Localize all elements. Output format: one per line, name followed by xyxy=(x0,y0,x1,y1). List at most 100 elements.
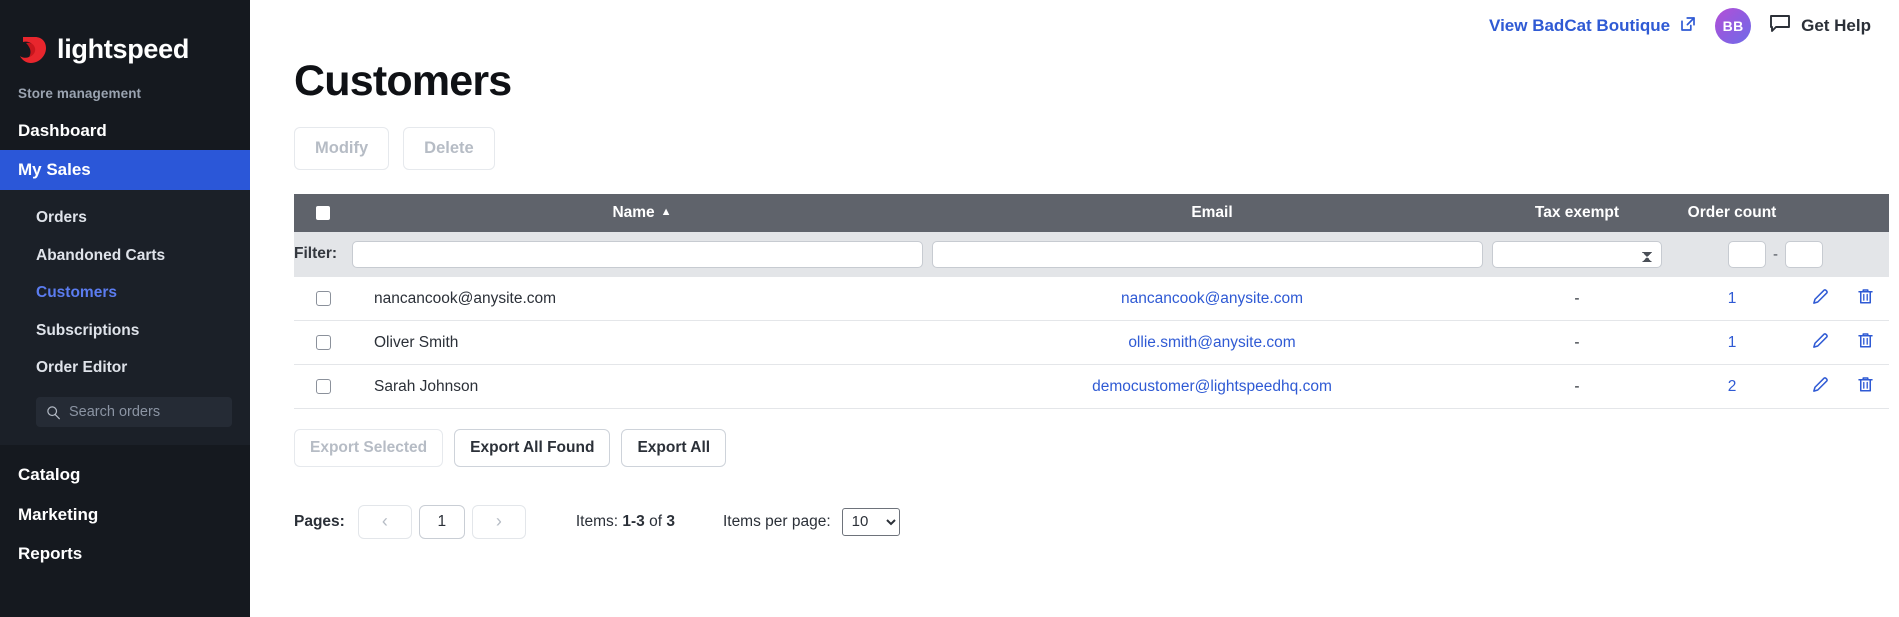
external-link-icon xyxy=(1679,15,1697,38)
trash-icon[interactable] xyxy=(1856,331,1875,355)
column-header-name-label: Name xyxy=(612,203,655,221)
get-help-button[interactable]: Get Help xyxy=(1769,14,1871,39)
row-order-count-cell: 1 xyxy=(1662,277,1802,321)
row-select-cell[interactable] xyxy=(294,277,352,321)
row-email-link[interactable]: nancancook@anysite.com xyxy=(1121,290,1303,307)
filter-order-count-max-input[interactable] xyxy=(1785,240,1823,268)
sidebar-subnav: Orders Abandoned Carts Customers Subscri… xyxy=(0,189,250,446)
search-orders-input[interactable] xyxy=(69,404,222,421)
filter-email-input[interactable] xyxy=(932,240,1483,268)
chevron-right-icon[interactable]: › xyxy=(471,504,526,539)
row-actions-cell xyxy=(1802,277,1889,321)
export-all-button[interactable]: Export All xyxy=(621,429,727,467)
row-actions-cell xyxy=(1802,321,1889,365)
customers-table: Name ▲ Email Tax exempt Order count Filte… xyxy=(294,193,1889,410)
get-help-label: Get Help xyxy=(1801,16,1871,35)
filter-name-input[interactable] xyxy=(352,240,923,268)
page-number-input[interactable]: 1 xyxy=(418,504,465,539)
pencil-icon[interactable] xyxy=(1811,287,1830,311)
page-title: Customers xyxy=(294,57,512,105)
table-row[interactable]: Oliver Smith ollie.smith@anysite.com - 1 xyxy=(294,321,1889,365)
sidebar-item-subscriptions[interactable]: Subscriptions xyxy=(0,312,250,350)
sidebar-item-customers[interactable]: Customers xyxy=(0,275,250,313)
modify-button[interactable]: Modify xyxy=(294,127,390,170)
caret-up-icon: ▲ xyxy=(660,205,672,218)
chevron-left-icon[interactable]: ‹ xyxy=(357,504,412,539)
select-all-header[interactable] xyxy=(294,194,352,232)
column-header-actions xyxy=(1802,194,1889,232)
row-name: nancancook@anysite.com xyxy=(374,289,557,307)
row-email-cell: democustomer@lightspeedhq.com xyxy=(932,365,1492,409)
sidebar-search[interactable] xyxy=(36,397,232,428)
sidebar-item-dashboard[interactable]: Dashboard xyxy=(0,111,250,150)
row-name: Oliver Smith xyxy=(374,333,459,351)
row-checkbox[interactable] xyxy=(316,291,331,307)
items-count: Items: 1-3 of 3 xyxy=(576,513,675,531)
column-header-order-count[interactable]: Order count xyxy=(1662,194,1802,232)
order-count-range: - xyxy=(1662,240,1889,268)
row-select-cell[interactable] xyxy=(294,365,352,409)
sidebar: lightspeed Store management Dashboard My… xyxy=(0,0,250,617)
table-row[interactable]: nancancook@anysite.com nancancook@anysit… xyxy=(294,277,1889,321)
column-header-email[interactable]: Email xyxy=(932,194,1492,232)
avatar[interactable]: BB xyxy=(1715,8,1752,44)
export-all-found-button[interactable]: Export All Found xyxy=(454,429,611,467)
filter-row: Filter: YesNo - xyxy=(294,231,1889,277)
filter-order-count-min-input[interactable] xyxy=(1728,240,1766,268)
items-range: 1-3 xyxy=(622,512,645,530)
lightspeed-flame-logo-icon xyxy=(18,34,48,66)
filter-tax-exempt-select[interactable]: YesNo xyxy=(1492,240,1662,268)
row-order-count-cell: 1 xyxy=(1662,321,1802,365)
top-bar: View BadCat Boutique BB Get Help xyxy=(250,0,1899,52)
sidebar-item-catalog[interactable]: Catalog xyxy=(0,455,250,494)
column-header-name[interactable]: Name ▲ xyxy=(352,194,932,232)
sidebar-item-marketing[interactable]: Marketing xyxy=(0,495,250,534)
row-checkbox[interactable] xyxy=(316,379,331,395)
brand-name: lightspeed xyxy=(57,34,190,64)
trash-icon[interactable] xyxy=(1856,375,1875,399)
app-root: lightspeed Store management Dashboard My… xyxy=(0,0,1899,617)
items-per-page-label: Items per page: xyxy=(722,512,831,530)
filter-cell-order-count: - xyxy=(1662,232,1889,277)
row-email-link[interactable]: ollie.smith@anysite.com xyxy=(1128,334,1295,351)
sidebar-item-reports[interactable]: Reports xyxy=(0,534,250,573)
row-order-count-link[interactable]: 1 xyxy=(1728,290,1737,307)
range-separator: - xyxy=(1773,245,1778,263)
export-selected-button[interactable]: Export Selected xyxy=(294,429,444,467)
sidebar-item-orders[interactable]: Orders xyxy=(0,200,250,238)
pencil-icon[interactable] xyxy=(1811,375,1830,399)
items-total: 3 xyxy=(666,512,675,530)
row-tax-exempt: - xyxy=(1574,333,1580,351)
pencil-icon[interactable] xyxy=(1811,331,1830,355)
table-header-row: Name ▲ Email Tax exempt Order count xyxy=(294,193,1889,232)
row-checkbox[interactable] xyxy=(316,335,331,351)
row-email-cell: nancancook@anysite.com xyxy=(932,277,1492,321)
table-row[interactable]: Sarah Johnson democustomer@lightspeedhq.… xyxy=(294,365,1889,409)
table-header: Name ▲ Email Tax exempt Order count xyxy=(294,193,1889,232)
export-actions: Export Selected Export All Found Export … xyxy=(294,429,1855,467)
row-email-cell: ollie.smith@anysite.com xyxy=(932,321,1492,365)
column-header-tax-exempt[interactable]: Tax exempt xyxy=(1492,194,1662,232)
pagination: Pages: ‹ 1 › Items: 1-3 of 3 Items per p… xyxy=(294,504,1855,539)
view-store-link[interactable]: View BadCat Boutique xyxy=(1489,15,1697,38)
sidebar-item-order-editor[interactable]: Order Editor xyxy=(0,350,250,388)
row-select-cell[interactable] xyxy=(294,321,352,365)
row-email-link[interactable]: democustomer@lightspeedhq.com xyxy=(1092,378,1332,395)
items-per-page-select[interactable]: 102550100 xyxy=(841,507,900,536)
trash-icon[interactable] xyxy=(1856,287,1875,311)
row-tax-exempt: - xyxy=(1574,289,1580,307)
filter-label: Filter: xyxy=(294,245,338,263)
sidebar-item-abandoned-carts[interactable]: Abandoned Carts xyxy=(0,237,250,275)
select-all-checkbox[interactable] xyxy=(316,205,330,220)
sidebar-item-my-sales[interactable]: My Sales xyxy=(0,150,250,190)
chat-bubble-icon xyxy=(1769,14,1791,39)
row-tax-exempt: - xyxy=(1574,377,1580,395)
main-content: View BadCat Boutique BB Get Help Custome… xyxy=(250,0,1899,617)
row-order-count-link[interactable]: 1 xyxy=(1728,334,1737,351)
record-actions-toolbar: Modify Delete xyxy=(294,127,1855,170)
delete-button[interactable]: Delete xyxy=(403,127,495,170)
row-order-count-link[interactable]: 2 xyxy=(1728,378,1737,395)
row-order-count-cell: 2 xyxy=(1662,365,1802,409)
brand[interactable]: lightspeed xyxy=(0,0,250,72)
sidebar-section-label: Store management xyxy=(18,86,142,101)
